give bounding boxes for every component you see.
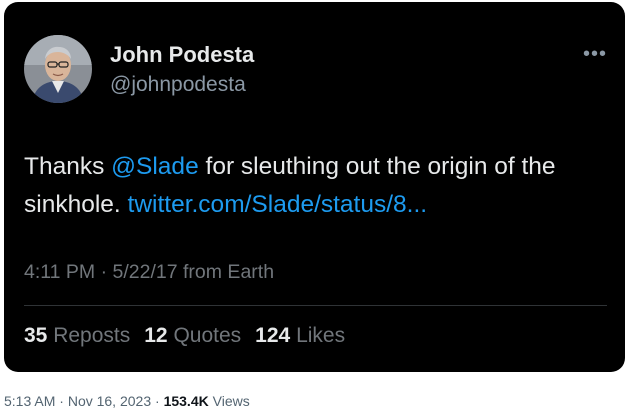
author-name[interactable]: John Podesta [110,42,254,68]
reposts-label: Reposts [53,324,131,347]
avatar[interactable] [24,35,92,103]
tweet-date[interactable]: 5/22/17 [113,261,178,283]
tweet-time[interactable]: 4:11 PM [24,261,95,283]
avatar-image [24,35,92,103]
post-footer: 5:13 AM · Nov 16, 2023 · 153.4K Views [4,393,250,409]
more-horizontal-icon[interactable]: ••• [583,44,607,64]
quotes-label: Quotes [173,324,242,347]
footer-separator: · [59,393,64,409]
reposts-stat[interactable]: 35 Reposts [24,324,130,348]
author-handle[interactable]: @johnpodesta [110,73,246,97]
mention-link[interactable]: @Slade [111,153,199,180]
tweet-source: from Earth [183,261,275,283]
quotes-count: 12 [144,324,168,347]
likes-count: 124 [255,324,291,347]
tweet-card: John Podesta @johnpodesta ••• Thanks @Sl… [4,2,625,372]
tweet-text: Thanks @Slade for sleuthing out the orig… [24,148,594,224]
tweet-metadata: 4:11 PM · 5/22/17 from Earth [24,261,274,284]
footer-date[interactable]: Nov 16, 2023 [68,393,151,409]
views-label: Views [212,393,250,409]
likes-stat[interactable]: 124 Likes [255,324,345,348]
tweet-url-link[interactable]: twitter.com/Slade/status/8... [128,191,428,218]
tweet-text-prefix: Thanks [24,153,112,180]
engagement-stats: 35 Reposts 12 Quotes 124 Likes [24,324,345,348]
reposts-count: 35 [24,324,48,347]
views-count: 153.4K [163,393,209,409]
quotes-stat[interactable]: 12 Quotes [144,324,241,348]
footer-time[interactable]: 5:13 AM [4,393,55,409]
divider [24,305,607,306]
meta-separator: · [100,261,108,283]
footer-separator: · [155,393,160,409]
likes-label: Likes [296,324,346,347]
